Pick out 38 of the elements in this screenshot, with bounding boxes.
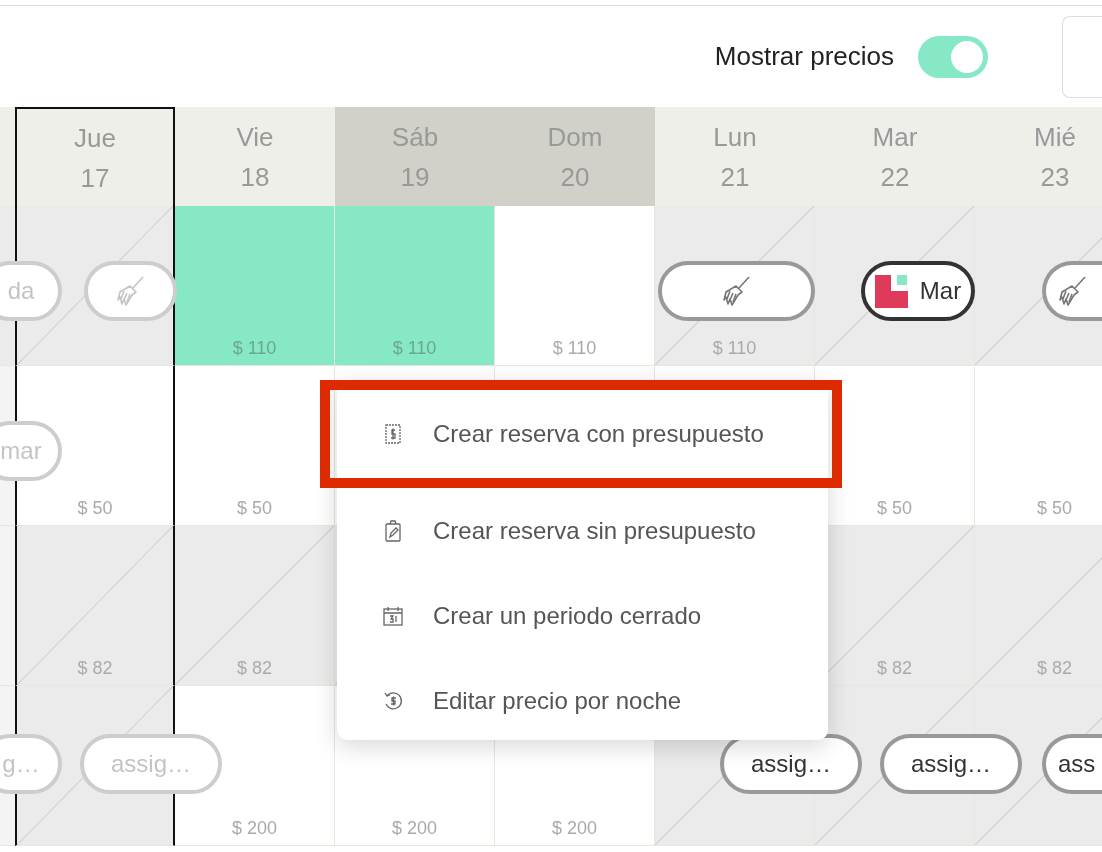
weekday-label: Lun [713,120,757,154]
price-label: $ 200 [551,818,597,839]
price-label: $ 82 [236,658,272,679]
date-label: 23 [1040,160,1070,194]
toggle-label: Mostrar precios [714,41,894,72]
menu-item-label: Crear reserva sin presupuesto [433,516,756,545]
chip-label: ass [1058,750,1096,778]
price-label: $ 50 [236,498,272,519]
price-label: $ 200 [231,818,277,839]
date-label: 19 [400,160,430,194]
weekday-label: Mar [872,120,918,154]
price-label: $ 50 [77,498,113,519]
price-label: $ 110 [392,338,437,359]
price-label: $ 200 [391,818,437,839]
date-label: 22 [880,160,910,194]
menu-item-label: Crear un periodo cerrado [433,601,702,630]
weekday-label: Mié [1034,120,1076,154]
date-label: 21 [720,160,750,194]
weekday-label: Sáb [391,120,439,154]
menu-item-label: Crear reserva con presupuesto [433,420,764,448]
price-label: $ 82 [1036,658,1072,679]
date-label: 20 [560,160,590,194]
price-label: $ 110 [552,338,597,359]
price-label: $ 50 [1036,498,1072,519]
chip-label: assig… [751,750,831,778]
weekday-label: Dom [547,120,603,154]
price-label: $ 110 [712,338,757,359]
chip-label: da [7,277,35,305]
weekday-label: Jue [74,121,116,155]
chip-label: g… [2,750,40,778]
price-label: $ 82 [77,658,113,679]
price-label: $ 50 [876,498,912,519]
weekday-label: Vie [236,120,274,154]
date-label: 18 [240,160,270,194]
date-label: 17 [80,161,110,195]
price-label: $ 110 [232,338,277,359]
price-label: $ 82 [876,658,912,679]
chip-label: Mar [919,277,962,305]
